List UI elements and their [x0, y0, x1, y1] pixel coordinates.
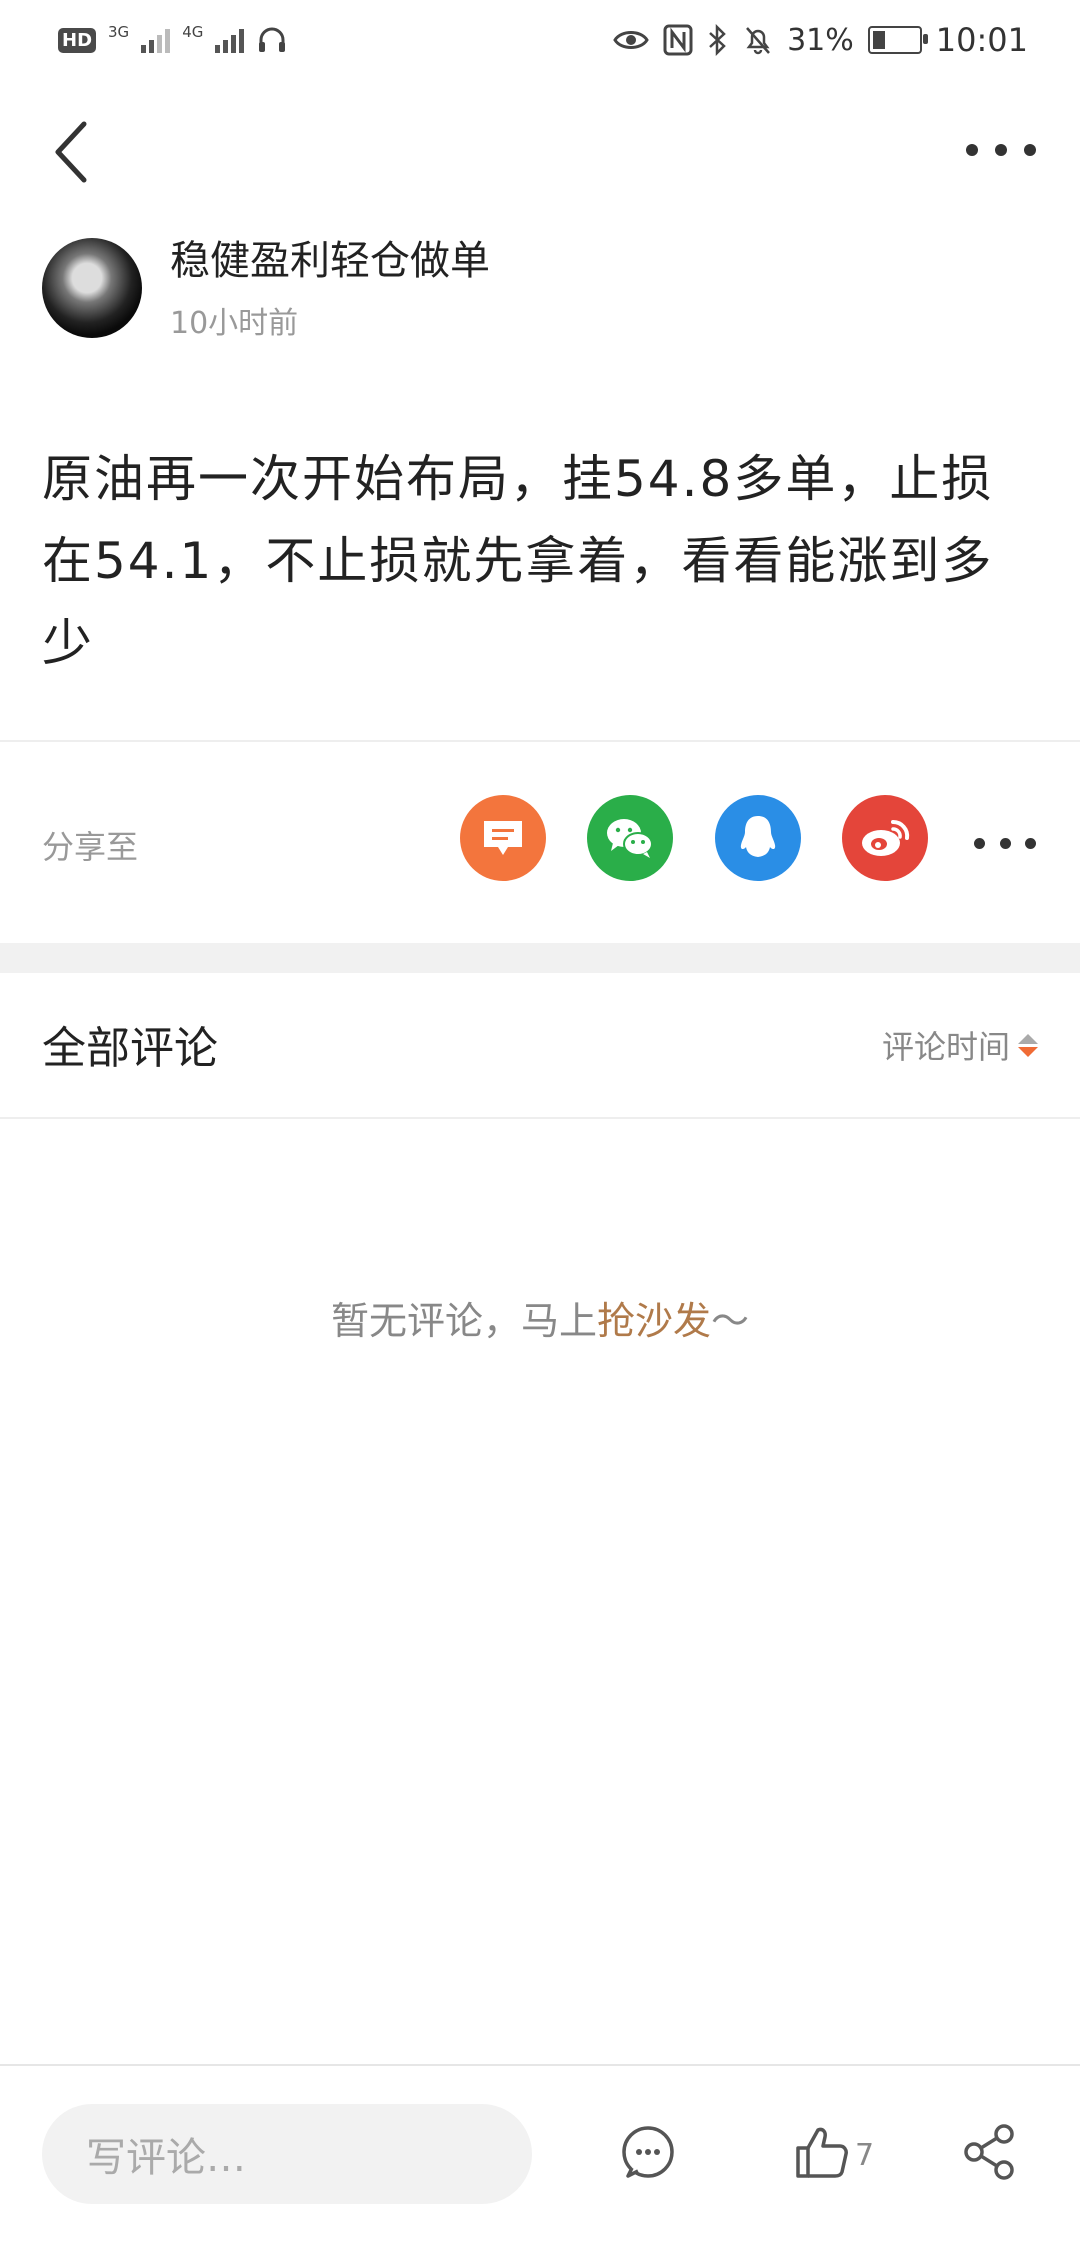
empty-comments-message: 暂无评论，马上抢沙发～ [0, 1290, 1080, 1345]
section-separator [0, 943, 1080, 973]
dot [966, 144, 978, 156]
share-message-button[interactable] [460, 795, 546, 881]
qq-icon [740, 816, 776, 857]
nfc-icon [663, 24, 693, 56]
bluetooth-icon [709, 24, 726, 56]
grab-sofa-link[interactable]: 抢沙发 [597, 1299, 711, 1343]
status-right: 31% 10:01 [613, 18, 1028, 62]
dot [1024, 144, 1036, 156]
sort-label: 评论时间 [881, 1028, 1010, 1066]
like-icon[interactable] [792, 2122, 852, 2182]
weibo-icon [862, 819, 910, 856]
avatar[interactable] [42, 238, 142, 338]
wechat-icon [607, 819, 653, 858]
sort-arrows-icon [1018, 1033, 1038, 1057]
share-more-button[interactable] [974, 828, 1036, 858]
comments-title: 全部评论 [42, 1023, 218, 1074]
share-wechat-button[interactable] [587, 795, 673, 881]
sort-by-time-button[interactable]: 评论时间 [882, 1022, 1038, 1068]
headphones-icon [259, 27, 286, 52]
like-count: 7 [855, 2138, 875, 2173]
battery-percent: 31% [787, 22, 854, 58]
dot [999, 837, 1011, 849]
dot [1025, 837, 1036, 849]
back-arrow-icon[interactable] [44, 112, 104, 192]
post-content: 原油再一次开始布局，挂54.8多单，止损在54.1，不止损就先拿着，看看能涨到多… [42, 450, 994, 672]
status-left: HD 3G 4G [58, 20, 288, 60]
divider [0, 1117, 1080, 1119]
share-icon[interactable] [960, 2122, 1020, 2182]
dot [974, 837, 985, 849]
author-name[interactable]: 稳健盈利轻仓做单 [170, 228, 490, 286]
share-qq-button[interactable] [715, 795, 801, 881]
eye-icon [613, 31, 649, 49]
more-options-button[interactable] [966, 130, 1036, 170]
battery-icon [867, 26, 928, 54]
mute-bell-icon [746, 27, 771, 55]
divider [0, 740, 1080, 742]
signal-icon [215, 27, 245, 53]
network-type-3g: 3G [108, 23, 130, 41]
empty-prefix: 暂无评论，马上 [330, 1299, 597, 1343]
comment-icon[interactable] [618, 2122, 678, 2182]
post-time: 10小时前 [170, 306, 299, 341]
dot [995, 144, 1007, 156]
share-label: 分享至 [42, 828, 139, 866]
message-icon [484, 821, 522, 855]
bottom-bar: 写评论… 7 [0, 2064, 1080, 2246]
network-type-4g: 4G [182, 23, 204, 41]
signal-icon [141, 27, 171, 53]
hd-badge: HD [58, 27, 97, 53]
clock: 10:01 [935, 21, 1028, 59]
empty-suffix: ～ [711, 1299, 750, 1343]
status-bar: HD 3G 4G 31% 10:01 [0, 0, 1080, 80]
share-weibo-button[interactable] [842, 795, 928, 881]
comment-input[interactable]: 写评论… [42, 2104, 532, 2204]
